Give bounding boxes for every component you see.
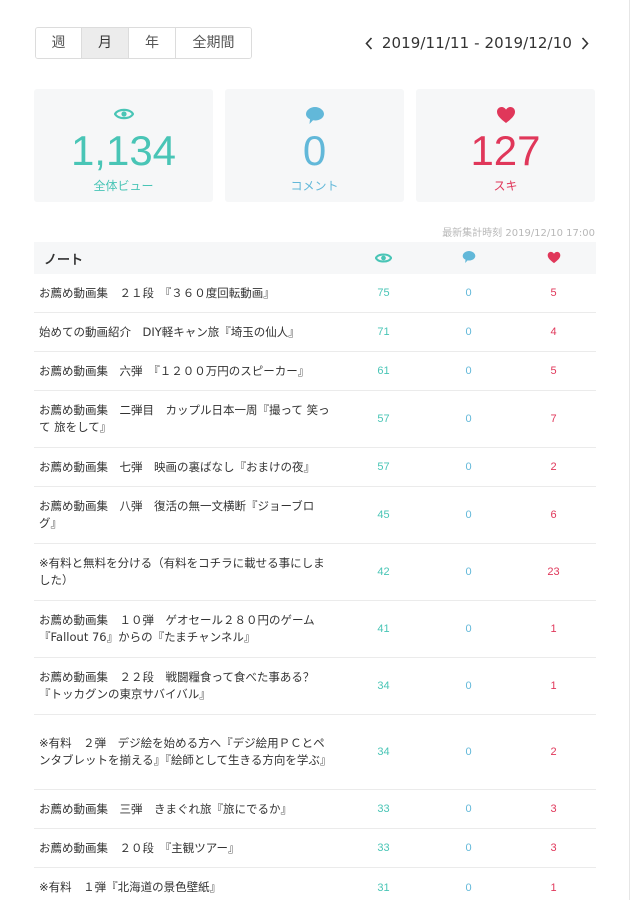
note-title[interactable]: ※有料と無料を分ける（有料をコチラに載せる事にしました） [34, 555, 341, 589]
note-title[interactable]: お薦め動画集 八弾 復活の無一文横断『ジョーブログ』 [34, 498, 341, 532]
header-views [341, 249, 426, 268]
table-header: ノート [34, 242, 596, 274]
views-label: 全体ビュー [93, 179, 154, 193]
note-comments: 0 [465, 287, 472, 299]
speech-bubble-icon [305, 106, 325, 129]
table-row[interactable]: お薦め動画集 三弾 きまぐれ旅『旅にでるか』 33 0 3 [34, 790, 596, 829]
note-likes: 6 [550, 509, 557, 521]
table-row[interactable]: ※有料 ２弾 デジ絵を始める方へ『デジ絵用ＰＣとペンタブレットを揃える』『絵師と… [34, 715, 596, 790]
note-likes: 7 [550, 413, 557, 425]
note-title[interactable]: 始めての動画紹介 DIY軽キャン旅『埼玉の仙人』 [34, 324, 341, 341]
note-views: 75 [377, 287, 390, 299]
eye-icon [374, 249, 393, 268]
note-likes: 5 [550, 365, 557, 377]
note-views: 45 [377, 509, 390, 521]
note-views: 34 [377, 680, 390, 692]
note-views: 71 [377, 326, 390, 338]
speech-bubble-icon [462, 249, 476, 268]
note-title[interactable]: お薦め動画集 ２２段 戦闘糧食って食べた事ある？『トッカグンの東京サバイバル』 [34, 669, 341, 703]
note-views: 42 [377, 566, 390, 578]
note-comments: 0 [465, 881, 472, 894]
note-title[interactable]: お薦め動画集 三弾 きまぐれ旅『旅にでるか』 [34, 801, 341, 818]
table-row[interactable]: お薦め動画集 ２１段 『３６０度回転動画』 75 0 5 [34, 274, 596, 313]
note-comments: 0 [465, 623, 472, 635]
note-title[interactable]: お薦め動画集 六弾 『１２００万円のスピーカー』 [34, 363, 341, 380]
comments-card: 0 コメント [225, 89, 404, 202]
note-comments: 0 [465, 326, 472, 338]
last-updated: 最新集計時刻 2019/12/10 17:00 [442, 228, 595, 239]
note-views: 34 [377, 746, 390, 758]
table-row[interactable]: 始めての動画紹介 DIY軽キャン旅『埼玉の仙人』 71 0 4 [34, 313, 596, 352]
note-comments: 0 [465, 413, 472, 425]
table-row[interactable]: お薦め動画集 七弾 映画の裏ばなし『おまけの夜』 57 0 2 [34, 448, 596, 487]
note-title[interactable]: ※有料 １弾『北海道の景色壁紙』 [34, 879, 341, 896]
table-row[interactable]: ※有料と無料を分ける（有料をコチラに載せる事にしました） 42 0 23 [34, 544, 596, 601]
chevron-left-icon[interactable] [362, 34, 376, 52]
likes-total: 127 [470, 127, 541, 174]
likes-card: 127 スキ [416, 89, 595, 202]
page-border [629, 0, 630, 900]
note-likes: 4 [550, 326, 557, 338]
heart-icon [496, 106, 516, 128]
note-comments: 0 [465, 509, 472, 521]
note-comments: 0 [465, 803, 472, 815]
note-views: 61 [377, 365, 390, 377]
note-comments: 0 [465, 461, 472, 473]
table-row[interactable]: お薦め動画集 ２２段 戦闘糧食って食べた事ある？『トッカグンの東京サバイバル』 … [34, 658, 596, 715]
note-likes: 3 [550, 842, 557, 854]
comments-label: コメント [290, 179, 339, 193]
note-likes: 2 [550, 746, 557, 758]
note-views: 31 [377, 881, 390, 894]
header-comments [426, 249, 511, 268]
note-likes: 2 [550, 461, 557, 473]
note-views: 57 [377, 461, 390, 473]
table-row[interactable]: ※有料 １弾『北海道の景色壁紙』 31 0 1 [34, 868, 596, 900]
note-comments: 0 [465, 680, 472, 692]
note-comments: 0 [465, 566, 472, 578]
note-title[interactable]: ※有料 ２弾 デジ絵を始める方へ『デジ絵用ＰＣとペンタブレットを揃える』『絵師と… [34, 735, 341, 769]
note-comments: 0 [465, 746, 472, 758]
note-likes: 3 [550, 803, 557, 815]
table-row[interactable]: お薦め動画集 １０弾 ゲオセール２８０円のゲーム『Fallout 76』からの『… [34, 601, 596, 658]
note-title[interactable]: お薦め動画集 ２１段 『３６０度回転動画』 [34, 285, 341, 302]
chevron-right-icon[interactable] [578, 34, 592, 52]
note-likes: 5 [550, 287, 557, 299]
eye-icon [113, 106, 134, 125]
date-range: 2019/11/11 - 2019/12/10 [362, 34, 592, 52]
header-note: ノート [44, 252, 84, 268]
note-views: 33 [377, 803, 390, 815]
comments-total: 0 [302, 127, 327, 174]
likes-label: スキ [493, 179, 518, 193]
note-title[interactable]: お薦め動画集 七弾 映画の裏ばなし『おまけの夜』 [34, 459, 341, 476]
note-views: 41 [377, 623, 390, 635]
table-row[interactable]: お薦め動画集 ２０段 『主観ツアー』 33 0 3 [34, 829, 596, 868]
stats-cards: 1,134 全体ビュー 0 コメント 127 スキ [34, 89, 595, 202]
table-row[interactable]: お薦め動画集 二弾目 カップル日本一周『撮って 笑って 旅をして』 57 0 7 [34, 391, 596, 448]
views-card: 1,134 全体ビュー [34, 89, 213, 202]
note-comments: 0 [465, 842, 472, 854]
note-comments: 0 [465, 365, 472, 377]
note-title[interactable]: お薦め動画集 １０弾 ゲオセール２８０円のゲーム『Fallout 76』からの『… [34, 612, 341, 646]
heart-icon [547, 249, 561, 268]
tab-month[interactable]: 月 [82, 28, 129, 58]
note-title[interactable]: お薦め動画集 ２０段 『主観ツアー』 [34, 840, 341, 857]
table-row[interactable]: お薦め動画集 八弾 復活の無一文横断『ジョーブログ』 45 0 6 [34, 487, 596, 544]
table-row[interactable]: お薦め動画集 六弾 『１２００万円のスピーカー』 61 0 5 [34, 352, 596, 391]
note-title[interactable]: お薦め動画集 二弾目 カップル日本一周『撮って 笑って 旅をして』 [34, 402, 341, 436]
notes-table: ノート お薦め動画集 ２１段 『３６０度回転動画』 75 0 5 始めての動画紹… [34, 242, 596, 900]
note-likes: 1 [550, 623, 557, 635]
tab-all-time[interactable]: 全期間 [176, 28, 251, 58]
period-tabs: 週 月 年 全期間 [35, 27, 252, 59]
tab-year[interactable]: 年 [129, 28, 176, 58]
note-likes: 1 [550, 680, 557, 692]
note-likes: 1 [550, 881, 557, 894]
header-likes [511, 249, 596, 268]
note-views: 33 [377, 842, 390, 854]
date-range-text: 2019/11/11 - 2019/12/10 [381, 34, 572, 52]
views-total: 1,134 [70, 127, 177, 174]
note-likes: 23 [547, 566, 560, 578]
tab-week[interactable]: 週 [36, 28, 82, 58]
note-views: 57 [377, 413, 390, 425]
